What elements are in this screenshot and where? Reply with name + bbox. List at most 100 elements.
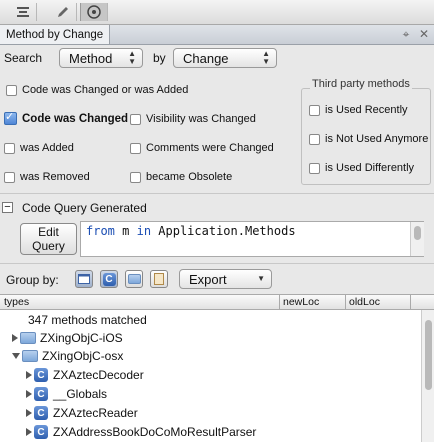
- navigate-icon[interactable]: [80, 3, 108, 21]
- checkbox-label: Comments were Changed: [146, 142, 274, 154]
- became-obsolete-checkbox[interactable]: became Obsolete: [130, 171, 232, 183]
- results-tree: 347 methods matched ZXingObjC-iOS ZXingO…: [0, 310, 434, 442]
- checkbox-icon: [4, 171, 15, 183]
- pin-icon[interactable]: ⌖: [400, 27, 412, 42]
- search-target-select[interactable]: Method ▲ ▼: [59, 48, 143, 68]
- checkbox-icon: [130, 171, 141, 183]
- export-label: Export: [189, 271, 227, 287]
- not-used-anymore-checkbox[interactable]: is Not Used Anymore: [309, 133, 428, 145]
- search-label: Search: [4, 51, 43, 65]
- toolbar: [0, 0, 434, 25]
- tree-row-folder[interactable]: ZXingObjC-iOS: [0, 329, 434, 347]
- code-query-header: Code Query Generated: [22, 201, 147, 215]
- was-removed-checkbox[interactable]: was Removed: [4, 171, 90, 183]
- visibility-changed-checkbox[interactable]: Visibility was Changed: [130, 113, 256, 125]
- search-target-value: Method: [69, 50, 113, 66]
- folder-icon: [20, 332, 36, 344]
- tree-item-label: ZXAztecReader: [53, 406, 138, 420]
- checkbox-label: was Removed: [20, 171, 90, 183]
- used-differently-checkbox[interactable]: is Used Differently: [309, 162, 414, 174]
- group-by-class-icon[interactable]: C: [100, 270, 118, 288]
- checkbox-label: Code was Changed or was Added: [22, 84, 189, 96]
- third-party-title: Third party methods: [310, 78, 412, 90]
- match-count: 347 methods matched: [28, 313, 147, 327]
- group-by-folder-icon[interactable]: [125, 270, 143, 288]
- checkbox-icon: [4, 142, 15, 154]
- tree-row-folder[interactable]: ZXingObjC-osx: [0, 347, 434, 365]
- tree-item-label: __Globals: [53, 387, 108, 401]
- group-by-window-icon[interactable]: [75, 270, 93, 288]
- checkbox-label: is Used Recently: [325, 104, 408, 116]
- query-scrollbar[interactable]: [410, 222, 424, 256]
- edit-query-line2: Query: [32, 239, 65, 253]
- checkbox-label: became Obsolete: [146, 171, 233, 183]
- toolbar-icon[interactable]: [10, 3, 37, 21]
- checkbox-icon: [6, 84, 17, 96]
- expand-arrow-icon[interactable]: [26, 390, 32, 398]
- checkbox-icon: [309, 162, 320, 174]
- collapse-icon[interactable]: −: [2, 202, 13, 213]
- select-arrows-icon: ▲ ▼: [128, 49, 136, 66]
- column-header-oldloc[interactable]: oldLoc: [349, 296, 380, 308]
- tree-item-label: ZXAddressBookDoCoMoResultParser: [53, 425, 257, 439]
- checkbox-icon: [130, 113, 141, 125]
- was-added-checkbox[interactable]: was Added: [4, 142, 74, 154]
- search-criterion-value: Change: [183, 50, 229, 66]
- panel-title: Method by Change: [6, 28, 104, 41]
- query-keyword-in: in: [136, 224, 152, 238]
- changed-or-added-checkbox[interactable]: Code was Changed or was Added: [6, 84, 188, 96]
- query-keyword-from: from: [86, 224, 115, 238]
- column-header-types[interactable]: types: [4, 296, 29, 308]
- tree-row-class[interactable]: C ZXAddressBookDoCoMoResultParser: [0, 423, 434, 441]
- tree-item-label: ZXingObjC-iOS: [40, 331, 123, 345]
- class-icon: C: [34, 406, 48, 420]
- tree-item-label: ZXAztecDecoder: [53, 368, 144, 382]
- column-divider[interactable]: [279, 295, 280, 309]
- collapse-arrow-icon[interactable]: [12, 353, 20, 359]
- class-icon: C: [34, 425, 48, 439]
- results-scrollbar-thumb[interactable]: [425, 320, 432, 390]
- checkbox-label: is Not Used Anymore: [325, 133, 429, 145]
- summary-row: 347 methods matched: [0, 311, 434, 329]
- edit-query-button[interactable]: Edit Query: [20, 223, 77, 255]
- checkbox-icon: [309, 104, 320, 116]
- tree-row-class[interactable]: C ZXAztecDecoder: [0, 366, 434, 384]
- expand-arrow-icon[interactable]: [26, 371, 32, 379]
- expand-arrow-icon[interactable]: [12, 334, 18, 342]
- query-variable: m: [114, 224, 137, 238]
- tree-row-class[interactable]: C __Globals: [0, 385, 434, 403]
- query-scrollbar-thumb[interactable]: [414, 226, 421, 240]
- by-label: by: [153, 51, 166, 65]
- edit-icon[interactable]: [50, 3, 77, 21]
- panel-title-tab[interactable]: Method by Change: [0, 25, 111, 44]
- divider: [0, 263, 434, 264]
- code-changed-checkbox[interactable]: Code was Changed: [4, 110, 129, 125]
- checkbox-label: Visibility was Changed: [146, 113, 256, 125]
- divider: [0, 193, 434, 194]
- comments-changed-checkbox[interactable]: Comments were Changed: [130, 142, 274, 154]
- search-criterion-select[interactable]: Change ▲ ▼: [173, 48, 277, 68]
- dropdown-arrow-icon: ▼: [257, 274, 265, 283]
- checkbox-label: was Added: [20, 142, 74, 154]
- column-divider[interactable]: [410, 295, 411, 309]
- edit-query-line1: Edit: [38, 225, 59, 239]
- group-by-file-icon[interactable]: [150, 270, 168, 288]
- query-source: Application.Methods: [151, 224, 296, 238]
- export-dropdown[interactable]: Export ▼: [179, 269, 272, 289]
- checkbox-checked-icon: [4, 110, 17, 125]
- column-header-newloc[interactable]: newLoc: [283, 296, 319, 308]
- results-scrollbar[interactable]: [421, 310, 434, 442]
- checkbox-label: Code was Changed: [22, 112, 129, 125]
- expand-arrow-icon[interactable]: [26, 409, 32, 417]
- class-icon: C: [34, 387, 48, 401]
- used-recently-checkbox[interactable]: is Used Recently: [309, 104, 408, 116]
- close-icon[interactable]: ✕: [418, 27, 430, 41]
- column-divider[interactable]: [345, 295, 346, 309]
- expand-arrow-icon[interactable]: [26, 428, 32, 436]
- select-arrows-icon: ▲ ▼: [262, 49, 270, 66]
- checkbox-icon: [309, 133, 320, 145]
- tree-row-class[interactable]: C ZXAztecReader: [0, 404, 434, 422]
- query-text-area[interactable]: from m in Application.Methods: [80, 221, 424, 257]
- tree-item-label: ZXingObjC-osx: [42, 349, 124, 363]
- class-icon: C: [34, 368, 48, 382]
